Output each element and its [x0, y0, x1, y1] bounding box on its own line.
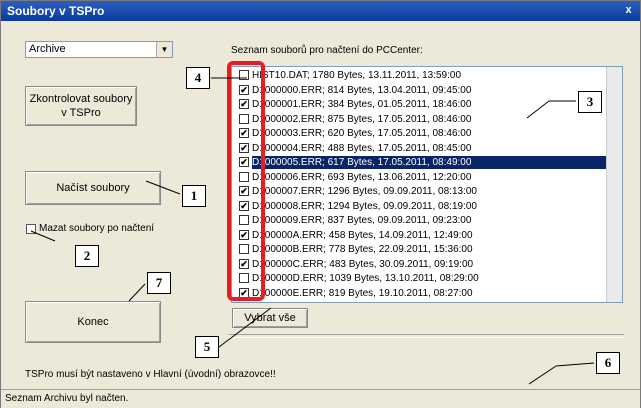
leader-line-7: [128, 283, 146, 302]
leader-line-1: [145, 180, 181, 195]
leader-line-6b: [528, 365, 557, 385]
callout-5: 5: [195, 336, 219, 358]
callout-2: 2: [75, 245, 99, 267]
leader-line-6: [555, 362, 595, 367]
callout-4: 4: [186, 67, 210, 89]
callout-leader-lines: [30, 77, 595, 385]
callout-7: 7: [147, 272, 171, 294]
leader-line-3b: [526, 100, 550, 119]
leader-line-2: [30, 230, 56, 242]
callout-6: 6: [596, 352, 620, 374]
callout-3: 3: [578, 91, 602, 113]
dialog-window: Soubory v TSPro x Archive ▼ Zkontrolovat…: [0, 0, 641, 408]
leader-line-5: [218, 307, 272, 348]
callout-1: 1: [182, 185, 206, 207]
